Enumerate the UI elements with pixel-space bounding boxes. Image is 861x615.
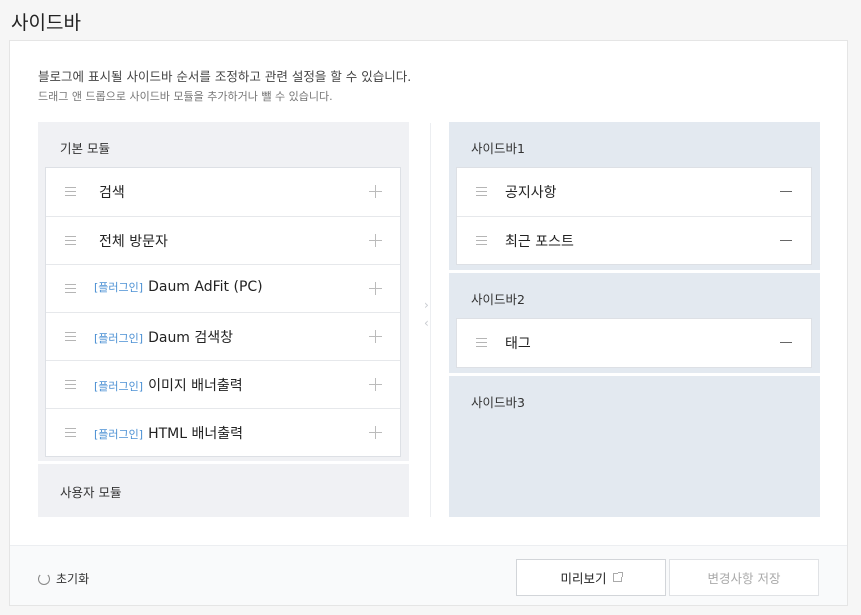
sidebar-settings-card: 블로그에 표시될 사이드바 순서를 조정하고 관련 설정을 할 수 있습니다. … [9, 40, 848, 606]
sidebar-item-tags[interactable]: 태그 [457, 319, 811, 367]
drag-handle-icon[interactable] [65, 428, 76, 437]
preview-button[interactable]: 미리보기 [516, 559, 666, 596]
plugin-tag: [플러그인] [94, 428, 144, 441]
drag-handle-icon[interactable] [65, 380, 76, 389]
plus-icon[interactable] [369, 282, 382, 295]
plugin-tag: [플러그인] [94, 332, 144, 345]
sidebar-item-notice[interactable]: 공지사항 [457, 168, 811, 216]
sidebar-2-title: 사이드바2 [471, 292, 525, 307]
description-line-1: 블로그에 표시될 사이드바 순서를 조정하고 관련 설정을 할 수 있습니다. [38, 69, 412, 84]
plugin-tag: [플러그인] [94, 380, 144, 393]
external-link-icon [612, 572, 623, 582]
module-item-search[interactable]: 검색 [46, 168, 400, 216]
footer-bar: 초기화 미리보기 변경사항 저장 [10, 545, 847, 605]
module-label: 공지사항 [505, 185, 557, 201]
minus-icon[interactable] [780, 191, 792, 192]
refresh-icon [38, 572, 50, 585]
drag-handle-icon[interactable] [476, 338, 487, 347]
module-label: 전체 방문자 [99, 234, 168, 250]
user-modules-panel[interactable]: 사용자 모듈 [38, 464, 409, 517]
basic-modules-title: 기본 모듈 [60, 141, 110, 156]
reset-label: 초기화 [56, 572, 90, 586]
module-label: Daum 검색창 [148, 330, 234, 346]
module-label: 태그 [505, 336, 531, 352]
module-label: HTML 배너출력 [148, 426, 244, 442]
sidebar-2-panel[interactable]: 사이드바2 태그 [449, 273, 820, 373]
plus-icon[interactable] [369, 330, 382, 343]
sidebar-1-title: 사이드바1 [471, 141, 525, 156]
basic-modules-panel: 기본 모듈 검색 전체 방문자 [플러그인] Daum AdFit (PC) [플… [38, 122, 409, 461]
save-changes-button[interactable]: 변경사항 저장 [669, 559, 819, 596]
sidebar-3-panel[interactable]: 사이드바3 [449, 376, 820, 517]
minus-icon[interactable] [780, 240, 792, 241]
module-label: 최근 포스트 [505, 234, 574, 250]
module-label: 검색 [99, 185, 125, 201]
module-item-daum-search[interactable]: [플러그인] Daum 검색창 [46, 312, 400, 360]
description-line-2: 드래그 앤 드롭으로 사이드바 모듈을 추가하거나 뺄 수 있습니다. [38, 90, 333, 103]
drag-handle-icon[interactable] [65, 187, 76, 196]
drag-handle-icon[interactable] [65, 332, 76, 341]
drag-handle-icon[interactable] [476, 236, 487, 245]
drag-handle-icon[interactable] [65, 284, 76, 293]
module-item-html-banner[interactable]: [플러그인] HTML 배너출력 [46, 408, 400, 456]
plus-icon[interactable] [369, 426, 382, 439]
minus-icon[interactable] [780, 342, 792, 343]
sidebar-1-panel[interactable]: 사이드바1 공지사항 최근 포스트 [449, 122, 820, 270]
plus-icon[interactable] [369, 234, 382, 247]
drag-handle-icon[interactable] [476, 187, 487, 196]
module-item-visitors[interactable]: 전체 방문자 [46, 216, 400, 264]
reset-button[interactable]: 초기화 [38, 570, 89, 587]
module-label: Daum AdFit (PC) [148, 279, 263, 295]
sidebar-2-list: 태그 [456, 318, 812, 368]
plus-icon[interactable] [369, 378, 382, 391]
column-divider [430, 123, 431, 517]
user-modules-title: 사용자 모듈 [60, 485, 122, 500]
preview-label: 미리보기 [560, 571, 607, 586]
save-label: 변경사항 저장 [707, 571, 781, 586]
module-item-image-banner[interactable]: [플러그인] 이미지 배너출력 [46, 360, 400, 408]
plus-icon[interactable] [369, 185, 382, 198]
sidebar-1-list: 공지사항 최근 포스트 [456, 167, 812, 265]
plugin-tag: [플러그인] [94, 281, 144, 294]
chevron-left-icon: ‹ [424, 316, 429, 330]
chevron-right-icon: › [424, 298, 429, 312]
module-item-adfit[interactable]: [플러그인] Daum AdFit (PC) [46, 264, 400, 312]
sidebar-item-recent-posts[interactable]: 최근 포스트 [457, 216, 811, 264]
page-title: 사이드바 [11, 12, 81, 34]
basic-modules-list: 검색 전체 방문자 [플러그인] Daum AdFit (PC) [플러그인] Da… [45, 167, 401, 457]
sidebar-3-title: 사이드바3 [471, 395, 525, 410]
drag-handle-icon[interactable] [65, 236, 76, 245]
module-label: 이미지 배너출력 [148, 378, 243, 394]
